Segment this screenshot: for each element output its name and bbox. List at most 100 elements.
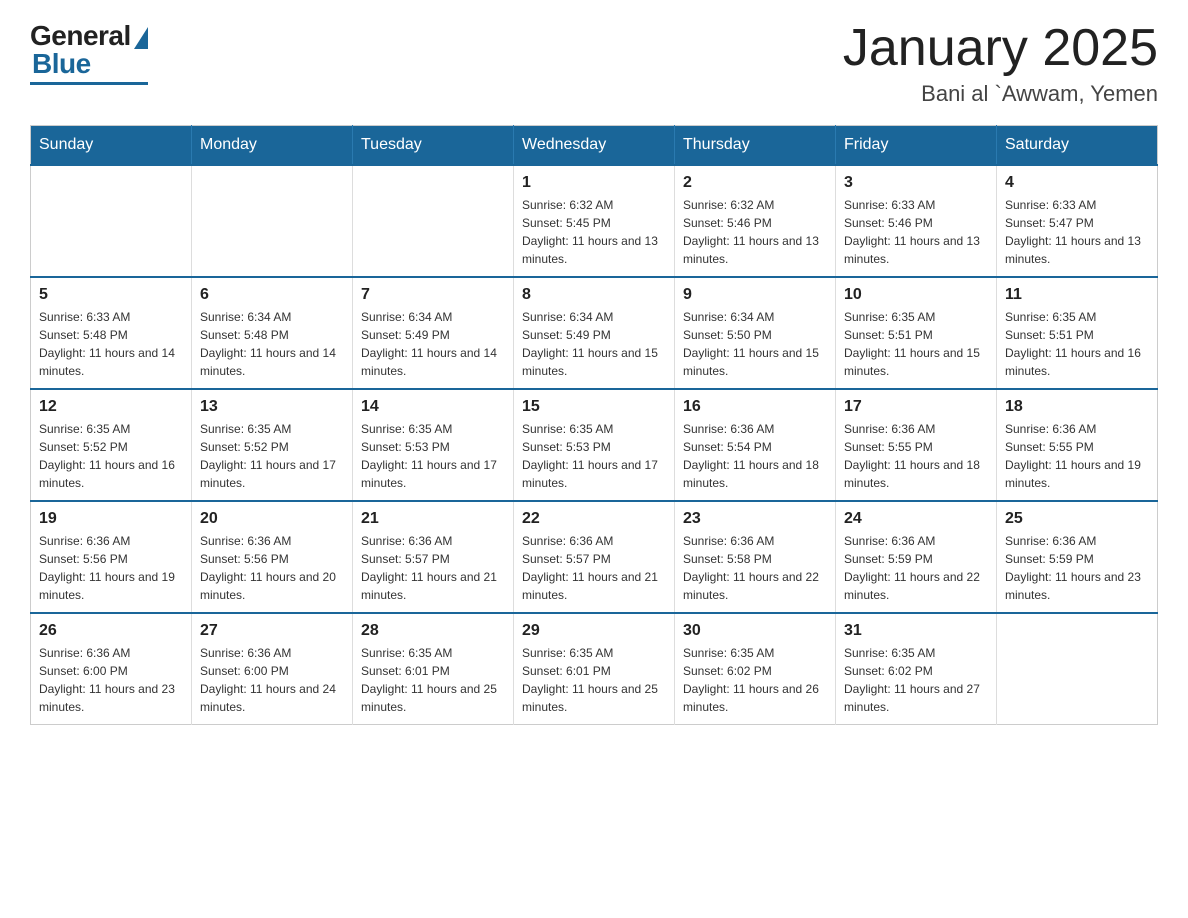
day-info: Sunrise: 6:36 AMSunset: 5:55 PMDaylight:… bbox=[1005, 420, 1149, 492]
day-number: 29 bbox=[522, 622, 666, 640]
calendar-header-cell: Tuesday bbox=[353, 126, 514, 166]
logo-blue-text: Blue bbox=[32, 48, 91, 80]
day-number: 3 bbox=[844, 174, 988, 192]
day-info: Sunrise: 6:34 AMSunset: 5:49 PMDaylight:… bbox=[522, 308, 666, 380]
day-info: Sunrise: 6:36 AMSunset: 6:00 PMDaylight:… bbox=[200, 644, 344, 716]
day-number: 27 bbox=[200, 622, 344, 640]
day-info: Sunrise: 6:36 AMSunset: 5:55 PMDaylight:… bbox=[844, 420, 988, 492]
day-number: 25 bbox=[1005, 510, 1149, 528]
calendar-day-cell: 13 Sunrise: 6:35 AMSunset: 5:52 PMDayligh… bbox=[192, 389, 353, 501]
calendar-table: SundayMondayTuesdayWednesdayThursdayFrid… bbox=[30, 125, 1158, 725]
day-info: Sunrise: 6:32 AMSunset: 5:45 PMDaylight:… bbox=[522, 196, 666, 268]
day-number: 13 bbox=[200, 398, 344, 416]
calendar-day-cell: 31 Sunrise: 6:35 AMSunset: 6:02 PMDayligh… bbox=[836, 613, 997, 725]
calendar-day-cell: 29Sunrise: 6:35 AMSunset: 6:01 PMDayligh… bbox=[514, 613, 675, 725]
calendar-week-row: 12 Sunrise: 6:35 AMSunset: 5:52 PMDayligh… bbox=[31, 389, 1158, 501]
calendar-day-cell bbox=[997, 613, 1158, 725]
calendar-day-cell: 4Sunrise: 6:33 AMSunset: 5:47 PMDaylight… bbox=[997, 165, 1158, 277]
calendar-day-cell: 30 Sunrise: 6:35 AMSunset: 6:02 PMDayligh… bbox=[675, 613, 836, 725]
day-number: 4 bbox=[1005, 174, 1149, 192]
calendar-day-cell: 25Sunrise: 6:36 AMSunset: 5:59 PMDayligh… bbox=[997, 501, 1158, 613]
calendar-week-row: 26 Sunrise: 6:36 AMSunset: 6:00 PMDayligh… bbox=[31, 613, 1158, 725]
day-info: Sunrise: 6:34 AMSunset: 5:48 PMDaylight:… bbox=[200, 308, 344, 380]
calendar-header-cell: Saturday bbox=[997, 126, 1158, 166]
calendar-day-cell: 3 Sunrise: 6:33 AMSunset: 5:46 PMDaylight… bbox=[836, 165, 997, 277]
day-number: 19 bbox=[39, 510, 183, 528]
calendar-day-cell: 24 Sunrise: 6:36 AMSunset: 5:59 PMDayligh… bbox=[836, 501, 997, 613]
calendar-day-cell: 2 Sunrise: 6:32 AMSunset: 5:46 PMDaylight… bbox=[675, 165, 836, 277]
day-number: 2 bbox=[683, 174, 827, 192]
day-number: 26 bbox=[39, 622, 183, 640]
calendar-day-cell: 28 Sunrise: 6:35 AMSunset: 6:01 PMDayligh… bbox=[353, 613, 514, 725]
day-number: 17 bbox=[844, 398, 988, 416]
day-number: 30 bbox=[683, 622, 827, 640]
day-number: 8 bbox=[522, 286, 666, 304]
day-number: 12 bbox=[39, 398, 183, 416]
day-number: 7 bbox=[361, 286, 505, 304]
day-info: Sunrise: 6:36 AMSunset: 5:56 PMDaylight:… bbox=[200, 532, 344, 604]
day-info: Sunrise: 6:35 AMSunset: 5:51 PMDaylight:… bbox=[844, 308, 988, 380]
day-info: Sunrise: 6:35 AMSunset: 6:02 PMDaylight:… bbox=[844, 644, 988, 716]
day-number: 22 bbox=[522, 510, 666, 528]
day-info: Sunrise: 6:33 AMSunset: 5:46 PMDaylight:… bbox=[844, 196, 988, 268]
calendar-day-cell: 14Sunrise: 6:35 AMSunset: 5:53 PMDayligh… bbox=[353, 389, 514, 501]
day-info: Sunrise: 6:32 AMSunset: 5:46 PMDaylight:… bbox=[683, 196, 827, 268]
calendar-header-row: SundayMondayTuesdayWednesdayThursdayFrid… bbox=[31, 126, 1158, 166]
day-info: Sunrise: 6:35 AMSunset: 5:52 PMDaylight:… bbox=[200, 420, 344, 492]
calendar-day-cell: 17 Sunrise: 6:36 AMSunset: 5:55 PMDayligh… bbox=[836, 389, 997, 501]
calendar-day-cell: 11 Sunrise: 6:35 AMSunset: 5:51 PMDayligh… bbox=[997, 277, 1158, 389]
calendar-day-cell: 8 Sunrise: 6:34 AMSunset: 5:49 PMDaylight… bbox=[514, 277, 675, 389]
day-info: Sunrise: 6:35 AMSunset: 5:53 PMDaylight:… bbox=[522, 420, 666, 492]
day-info: Sunrise: 6:36 AMSunset: 5:59 PMDaylight:… bbox=[844, 532, 988, 604]
day-number: 11 bbox=[1005, 286, 1149, 304]
calendar-day-cell: 22Sunrise: 6:36 AMSunset: 5:57 PMDayligh… bbox=[514, 501, 675, 613]
day-info: Sunrise: 6:35 AMSunset: 5:53 PMDaylight:… bbox=[361, 420, 505, 492]
calendar-header-cell: Thursday bbox=[675, 126, 836, 166]
calendar-day-cell bbox=[192, 165, 353, 277]
day-number: 24 bbox=[844, 510, 988, 528]
day-info: Sunrise: 6:34 AMSunset: 5:49 PMDaylight:… bbox=[361, 308, 505, 380]
calendar-day-cell bbox=[353, 165, 514, 277]
calendar-day-cell: 20Sunrise: 6:36 AMSunset: 5:56 PMDayligh… bbox=[192, 501, 353, 613]
day-info: Sunrise: 6:36 AMSunset: 5:54 PMDaylight:… bbox=[683, 420, 827, 492]
calendar-day-cell: 6Sunrise: 6:34 AMSunset: 5:48 PMDaylight… bbox=[192, 277, 353, 389]
calendar-day-cell: 18 Sunrise: 6:36 AMSunset: 5:55 PMDayligh… bbox=[997, 389, 1158, 501]
day-info: Sunrise: 6:33 AMSunset: 5:48 PMDaylight:… bbox=[39, 308, 183, 380]
calendar-body: 1 Sunrise: 6:32 AMSunset: 5:45 PMDaylight… bbox=[31, 165, 1158, 725]
day-info: Sunrise: 6:36 AMSunset: 6:00 PMDaylight:… bbox=[39, 644, 183, 716]
location-title: Bani al `Awwam, Yemen bbox=[843, 81, 1158, 107]
calendar-header-cell: Wednesday bbox=[514, 126, 675, 166]
day-number: 10 bbox=[844, 286, 988, 304]
calendar-header-cell: Friday bbox=[836, 126, 997, 166]
calendar-day-cell: 5Sunrise: 6:33 AMSunset: 5:48 PMDaylight… bbox=[31, 277, 192, 389]
logo-underline bbox=[30, 82, 148, 85]
logo-triangle-icon bbox=[134, 27, 148, 49]
calendar-header-cell: Monday bbox=[192, 126, 353, 166]
calendar-day-cell bbox=[31, 165, 192, 277]
day-info: Sunrise: 6:35 AMSunset: 6:01 PMDaylight:… bbox=[361, 644, 505, 716]
calendar-day-cell: 27 Sunrise: 6:36 AMSunset: 6:00 PMDayligh… bbox=[192, 613, 353, 725]
day-number: 21 bbox=[361, 510, 505, 528]
day-info: Sunrise: 6:35 AMSunset: 5:51 PMDaylight:… bbox=[1005, 308, 1149, 380]
calendar-week-row: 19 Sunrise: 6:36 AMSunset: 5:56 PMDayligh… bbox=[31, 501, 1158, 613]
calendar-day-cell: 7 Sunrise: 6:34 AMSunset: 5:49 PMDaylight… bbox=[353, 277, 514, 389]
calendar-day-cell: 15 Sunrise: 6:35 AMSunset: 5:53 PMDayligh… bbox=[514, 389, 675, 501]
calendar-header: SundayMondayTuesdayWednesdayThursdayFrid… bbox=[31, 126, 1158, 166]
calendar-day-cell: 9Sunrise: 6:34 AMSunset: 5:50 PMDaylight… bbox=[675, 277, 836, 389]
day-info: Sunrise: 6:35 AMSunset: 6:02 PMDaylight:… bbox=[683, 644, 827, 716]
day-number: 28 bbox=[361, 622, 505, 640]
day-number: 31 bbox=[844, 622, 988, 640]
calendar-day-cell: 26 Sunrise: 6:36 AMSunset: 6:00 PMDayligh… bbox=[31, 613, 192, 725]
day-info: Sunrise: 6:36 AMSunset: 5:56 PMDaylight:… bbox=[39, 532, 183, 604]
calendar-week-row: 1 Sunrise: 6:32 AMSunset: 5:45 PMDaylight… bbox=[31, 165, 1158, 277]
logo: General Blue bbox=[30, 20, 148, 85]
day-number: 1 bbox=[522, 174, 666, 192]
calendar-day-cell: 16Sunrise: 6:36 AMSunset: 5:54 PMDayligh… bbox=[675, 389, 836, 501]
day-info: Sunrise: 6:35 AMSunset: 5:52 PMDaylight:… bbox=[39, 420, 183, 492]
day-number: 18 bbox=[1005, 398, 1149, 416]
page-header: General Blue January 2025 Bani al `Awwam… bbox=[30, 20, 1158, 107]
calendar-day-cell: 10 Sunrise: 6:35 AMSunset: 5:51 PMDayligh… bbox=[836, 277, 997, 389]
day-number: 15 bbox=[522, 398, 666, 416]
calendar-day-cell: 23Sunrise: 6:36 AMSunset: 5:58 PMDayligh… bbox=[675, 501, 836, 613]
calendar-day-cell: 21Sunrise: 6:36 AMSunset: 5:57 PMDayligh… bbox=[353, 501, 514, 613]
